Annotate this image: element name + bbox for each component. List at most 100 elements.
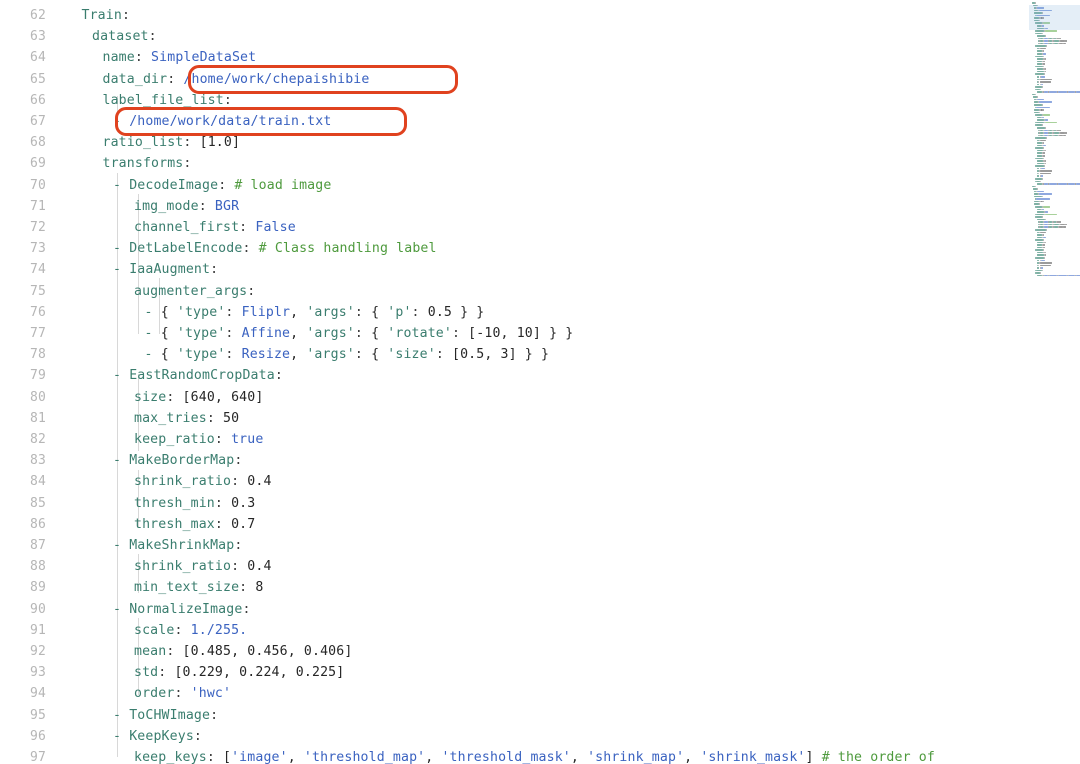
minimap-token [1044, 160, 1047, 162]
code-line-content[interactable]: data_dir: /home/work/chepaishibie [103, 69, 370, 90]
code-line[interactable]: 74 - IaaAugment: [0, 259, 1028, 280]
code-line-content[interactable]: keep_keys: ['image', 'threshold_map', 't… [134, 747, 935, 764]
code-line[interactable]: 82 keep_ratio: true [0, 429, 1028, 450]
code-line-content[interactable]: keep_ratio: true [134, 429, 263, 450]
code-token: : [242, 601, 251, 617]
minimap-token [1044, 58, 1047, 60]
minimap-token [1044, 68, 1047, 70]
code-line-content[interactable]: std: [0.229, 0.224, 0.225] [134, 662, 344, 683]
code-line[interactable]: 97 keep_keys: ['image', 'threshold_map', … [0, 747, 1028, 764]
code-line[interactable]: 90 - NormalizeImage: [0, 599, 1028, 620]
code-line-content[interactable]: shrink_ratio: 0.4 [134, 471, 272, 492]
code-line[interactable]: 68 ratio_list: [1.0] [0, 132, 1028, 153]
code-line[interactable]: 62 Train: [0, 5, 1028, 26]
code-line-content[interactable]: order: 'hwc' [134, 683, 231, 704]
code-line-content[interactable]: name: SimpleDataSet [103, 47, 257, 68]
code-line[interactable]: 81 max_tries: 50 [0, 408, 1028, 429]
minimap-token [1043, 165, 1045, 167]
code-line[interactable]: 76 - { 'type': Fliplr, 'args': { 'p': 0.5… [0, 302, 1028, 323]
code-line[interactable]: 93 std: [0.229, 0.224, 0.225] [0, 662, 1028, 683]
code-line-content[interactable]: transforms: [103, 153, 192, 174]
code-line[interactable]: 64 name: SimpleDataSet [0, 47, 1028, 68]
code-line-content[interactable]: - MakeBorderMap: [113, 450, 242, 471]
code-line-content[interactable]: Train: [82, 5, 131, 26]
code-line[interactable]: 91 scale: 1./255. [0, 620, 1028, 641]
code-line[interactable]: 69 transforms: [0, 153, 1028, 174]
code-line[interactable]: 72 channel_first: False [0, 217, 1028, 238]
code-line[interactable]: 65 data_dir: /home/work/chepaishibie [0, 69, 1028, 90]
code-line-content[interactable]: - { 'type': Affine, 'args': { 'rotate': … [145, 323, 574, 344]
code-line-content[interactable]: thresh_max: 0.7 [134, 514, 255, 535]
code-token: 0.4 [247, 474, 272, 490]
code-line-content[interactable]: min_text_size: 8 [134, 577, 263, 598]
code-line[interactable]: 77 - { 'type': Affine, 'args': { 'rotate'… [0, 323, 1028, 344]
code-text-area[interactable]: 62 Train: 63 dataset: 64 name: SimpleDataSet 6… [0, 0, 1028, 764]
code-line[interactable]: 89 min_text_size: 8 [0, 577, 1028, 598]
code-line[interactable]: 86 thresh_max: 0.7 [0, 514, 1028, 535]
code-line-content[interactable]: size: [640, 640] [134, 387, 263, 408]
code-line-content[interactable]: - IaaAugment: [113, 259, 218, 280]
code-editor[interactable]: 62 Train: 63 dataset: 64 name: SimpleDataSet 6… [0, 0, 1080, 764]
code-line[interactable]: 84 shrink_ratio: 0.4 [0, 471, 1028, 492]
code-token: 0.3 [231, 495, 256, 511]
code-line-content[interactable]: img_mode: BGR [134, 196, 239, 217]
code-line-content[interactable]: - DecodeImage: # load image [113, 175, 331, 196]
code-line-content[interactable]: - MakeShrinkMap: [113, 535, 242, 556]
code-line-content[interactable]: - { 'type': Fliplr, 'args': { 'p': 0.5 }… [145, 302, 485, 323]
code-line-content[interactable]: augmenter_args: [134, 281, 255, 302]
code-line-content[interactable]: - ToCHWImage: [113, 705, 218, 726]
minimap-token [1039, 101, 1053, 104]
code-line[interactable]: 70 - DecodeImage: # load image [0, 175, 1028, 196]
code-token: : [231, 474, 248, 490]
code-token: : [193, 728, 202, 744]
code-line[interactable]: 95 - ToCHWImage: [0, 705, 1028, 726]
code-line[interactable]: 94 order: 'hwc' [0, 683, 1028, 704]
code-line[interactable]: 73 - DetLabelEncode: # Class handling lab… [0, 238, 1028, 259]
code-line-content[interactable]: scale: 1./255. [134, 620, 247, 641]
minimap-token [1043, 65, 1044, 68]
code-token: - [113, 114, 130, 129]
code-token: : [411, 304, 428, 320]
code-line[interactable]: 80 size: [640, 640] [0, 387, 1028, 408]
code-line[interactable]: 66 label_file_list: [0, 90, 1028, 111]
code-line[interactable]: 83 - MakeBorderMap: [0, 450, 1028, 471]
code-line-content[interactable]: - DetLabelEncode: # Class handling label [113, 238, 437, 259]
minimap-viewport-slider[interactable] [1029, 5, 1080, 30]
code-line-content[interactable]: - { 'type': Resize, 'args': { 'size': [0… [145, 344, 550, 365]
code-line[interactable]: 71 img_mode: BGR [0, 196, 1028, 217]
code-line-content[interactable]: - KeepKeys: [113, 726, 202, 747]
code-line-content[interactable]: mean: [0.485, 0.456, 0.406] [134, 641, 352, 662]
code-line-content[interactable]: dataset: [92, 26, 157, 47]
code-line[interactable]: 96 - KeepKeys: [0, 726, 1028, 747]
minimap-token [1036, 234, 1042, 236]
code-line[interactable]: 92 mean: [0.485, 0.456, 0.406] [0, 641, 1028, 662]
code-line[interactable]: 85 thresh_min: 0.3 [0, 493, 1028, 514]
code-line[interactable]: 75 augmenter_args: [0, 281, 1028, 302]
code-line[interactable]: 79 - EastRandomCropData: [0, 365, 1028, 386]
code-line-content[interactable]: shrink_ratio: 0.4 [134, 556, 272, 577]
code-line-content[interactable]: ratio_list: [1.0] [103, 132, 241, 153]
code-token: shrink_ratio [134, 559, 232, 575]
minimap-token [1063, 226, 1066, 228]
minimap-token [1043, 236, 1046, 239]
code-line-content[interactable]: max_tries: 50 [134, 408, 239, 429]
line-number: 70 [30, 177, 46, 193]
code-line[interactable]: 67 - /home/work/data/train.txt [0, 111, 1028, 132]
code-token: - [113, 262, 130, 278]
code-line-content[interactable]: - NormalizeImage: [113, 599, 251, 620]
code-line[interactable]: 87 - MakeShrinkMap: [0, 535, 1028, 556]
minimap-token [1034, 93, 1036, 96]
minimap-token [1039, 111, 1041, 114]
minimap-token [1076, 183, 1080, 185]
code-line-content[interactable]: thresh_min: 0.3 [134, 493, 255, 514]
code-line[interactable]: 88 shrink_ratio: 0.4 [0, 556, 1028, 577]
code-line-content[interactable]: label_file_list: [103, 90, 232, 111]
minimap-token [1035, 124, 1042, 126]
code-line-content[interactable]: - EastRandomCropData: [113, 365, 283, 386]
code-line-content[interactable]: channel_first: False [134, 217, 296, 238]
minimap[interactable] [1028, 0, 1080, 764]
code-line[interactable]: 78 - { 'type': Resize, 'args': { 'size': … [0, 344, 1028, 365]
code-line-content[interactable]: - /home/work/data/train.txt [113, 111, 331, 132]
code-line[interactable]: 63 dataset: [0, 26, 1028, 47]
minimap-token [1043, 155, 1046, 157]
